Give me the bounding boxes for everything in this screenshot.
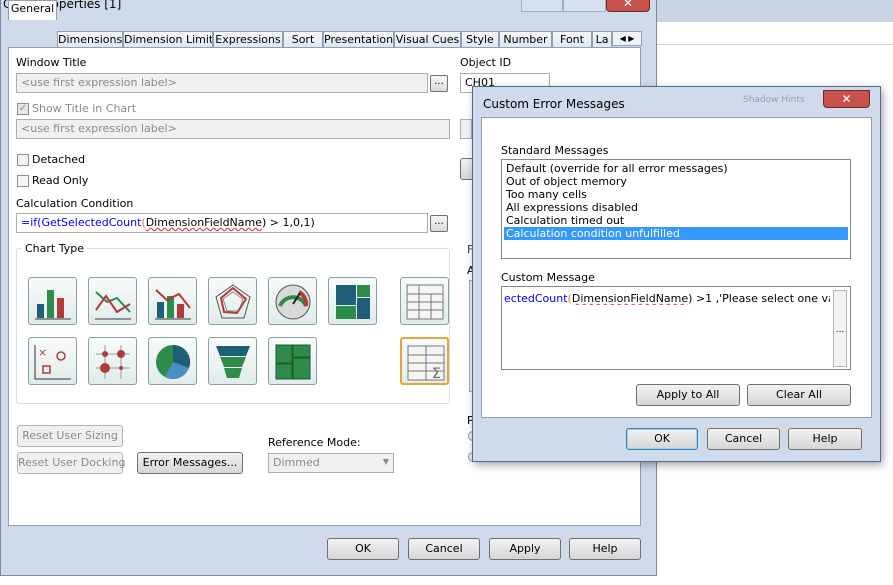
detached-checkbox[interactable] bbox=[17, 154, 29, 166]
calc-func: GetSelectedCount bbox=[41, 216, 142, 229]
custom-message-text: ectedCount(DimensionFieldName) >1 ,'Plea… bbox=[504, 292, 830, 305]
custom-message-label: Custom Message bbox=[501, 271, 595, 284]
help-button[interactable]: Help bbox=[569, 538, 641, 560]
calculation-condition-expression-button[interactable]: ... bbox=[430, 215, 448, 232]
calculation-condition-label: Calculation Condition bbox=[16, 197, 134, 210]
gauge-chart-icon[interactable] bbox=[268, 277, 317, 325]
window-title-expression-button[interactable]: ... bbox=[430, 75, 448, 92]
list-item[interactable]: Too many cells bbox=[504, 188, 848, 201]
close-icon: ✕ bbox=[841, 92, 852, 106]
straight-table-icon[interactable]: Σ bbox=[400, 337, 449, 385]
tab-sort[interactable]: Sort bbox=[283, 31, 323, 48]
error-dialog-panel: Standard Messages Default (override for … bbox=[481, 117, 872, 418]
error-dialog-help-button[interactable]: Help bbox=[788, 428, 862, 450]
maximize-button[interactable] bbox=[563, 0, 606, 12]
tab-number[interactable]: Number bbox=[499, 31, 552, 48]
list-item-selected[interactable]: Calculation condition unfulfilled bbox=[504, 227, 848, 240]
error-dialog-close-button[interactable]: ✕ bbox=[823, 90, 870, 108]
tab-scroll-arrows[interactable]: ◀ ▶ bbox=[612, 31, 642, 46]
list-item[interactable]: Out of object memory bbox=[504, 175, 848, 188]
bar-chart-icon[interactable] bbox=[28, 277, 77, 325]
radar-chart-icon[interactable] bbox=[208, 277, 257, 325]
show-title-label: Show Title in Chart bbox=[32, 102, 137, 115]
custom-message-expand-button[interactable]: ... bbox=[833, 290, 847, 367]
standard-messages-list[interactable]: Default (override for all error messages… bbox=[501, 159, 851, 259]
apply-button[interactable]: Apply bbox=[489, 538, 561, 560]
reset-user-docking-button[interactable]: Reset User Docking bbox=[17, 452, 125, 474]
calc-suffix: ) > 1,0,1) bbox=[262, 216, 315, 229]
custom-field: DimensionFieldName bbox=[571, 292, 689, 305]
standard-messages-label: Standard Messages bbox=[501, 144, 609, 157]
scatter-chart-icon[interactable]: × bbox=[28, 337, 77, 385]
tab-layout[interactable]: La bbox=[592, 31, 612, 48]
window-title-input[interactable]: <use first expression label> bbox=[16, 73, 428, 93]
mekko-chart-icon[interactable] bbox=[268, 337, 317, 385]
pivot-table-icon[interactable] bbox=[400, 277, 449, 325]
reset-user-sizing-button[interactable]: Reset User Sizing bbox=[17, 425, 123, 447]
apply-to-all-button[interactable]: Apply to All bbox=[636, 384, 740, 406]
combo-chart-icon[interactable] bbox=[148, 277, 197, 325]
tab-dimension-limits[interactable]: Dimension Limits bbox=[123, 31, 213, 48]
background-divider bbox=[655, 44, 893, 45]
svg-text:×: × bbox=[38, 346, 47, 359]
tab-visual-cues[interactable]: Visual Cues bbox=[394, 31, 461, 48]
window-title-label: Window Title bbox=[16, 56, 87, 69]
background-window-title: Shadow Hints bbox=[743, 95, 805, 105]
custom-rest: ) >1 ,'Please select one va bbox=[688, 292, 830, 305]
reference-mode-label: Reference Mode: bbox=[268, 436, 361, 449]
close-icon: ✕ bbox=[622, 0, 634, 10]
partial-control-t bbox=[460, 119, 472, 139]
close-button[interactable]: ✕ bbox=[606, 0, 650, 12]
read-only-checkbox[interactable] bbox=[17, 175, 29, 187]
custom-message-input[interactable]: ectedCount(DimensionFieldName) >1 ,'Plea… bbox=[501, 286, 851, 370]
svg-text:Σ: Σ bbox=[432, 366, 441, 382]
calc-prefix: =if( bbox=[21, 216, 42, 229]
pie-chart-icon[interactable] bbox=[148, 337, 197, 385]
object-id-label: Object ID bbox=[460, 56, 512, 69]
ok-button[interactable]: OK bbox=[327, 538, 399, 560]
list-item[interactable]: Calculation timed out bbox=[504, 214, 848, 227]
calc-field: DimensionFieldName bbox=[145, 216, 263, 229]
tab-general[interactable]: General bbox=[8, 0, 57, 20]
funnel-chart-icon[interactable] bbox=[208, 337, 257, 385]
error-dialog-title: Custom Error Messages bbox=[483, 97, 625, 111]
tab-dimensions[interactable]: Dimensions bbox=[57, 31, 123, 48]
custom-error-messages-dialog: Custom Error Messages Shadow Hints ✕ Sta… bbox=[472, 86, 881, 462]
grid-chart-icon[interactable] bbox=[88, 337, 137, 385]
reference-mode-value: Dimmed bbox=[273, 456, 320, 469]
chart-type-title: Chart Type bbox=[22, 242, 87, 255]
tab-expressions[interactable]: Expressions bbox=[213, 31, 283, 48]
show-title-checkbox[interactable]: ✓ bbox=[17, 103, 29, 115]
tab-style[interactable]: Style bbox=[461, 31, 499, 48]
read-only-label: Read Only bbox=[32, 174, 89, 187]
line-chart-icon[interactable] bbox=[88, 277, 137, 325]
custom-func: ectedCount bbox=[504, 292, 568, 305]
detached-label: Detached bbox=[32, 153, 86, 166]
tab-presentation[interactable]: Presentation bbox=[323, 31, 394, 48]
chevron-down-icon: ▼ bbox=[382, 457, 389, 466]
calculation-condition-input[interactable]: =if(GetSelectedCount(DimensionFieldName)… bbox=[16, 213, 428, 233]
minimize-button[interactable] bbox=[521, 0, 563, 12]
clear-all-button[interactable]: Clear All bbox=[747, 384, 851, 406]
block-chart-icon[interactable] bbox=[328, 277, 377, 325]
background-window-titlebar bbox=[655, 0, 893, 22]
reference-mode-select[interactable]: Dimmed ▼ bbox=[268, 453, 394, 473]
error-messages-button[interactable]: Error Messages... bbox=[137, 452, 243, 474]
list-item[interactable]: Default (override for all error messages… bbox=[504, 162, 848, 175]
show-title-input[interactable]: <use first expression label> bbox=[16, 119, 450, 139]
cancel-button[interactable]: Cancel bbox=[408, 538, 480, 560]
list-item[interactable]: All expressions disabled bbox=[504, 201, 848, 214]
error-dialog-cancel-button[interactable]: Cancel bbox=[707, 428, 780, 450]
tab-font[interactable]: Font bbox=[552, 31, 592, 48]
error-dialog-ok-button[interactable]: OK bbox=[626, 428, 698, 450]
